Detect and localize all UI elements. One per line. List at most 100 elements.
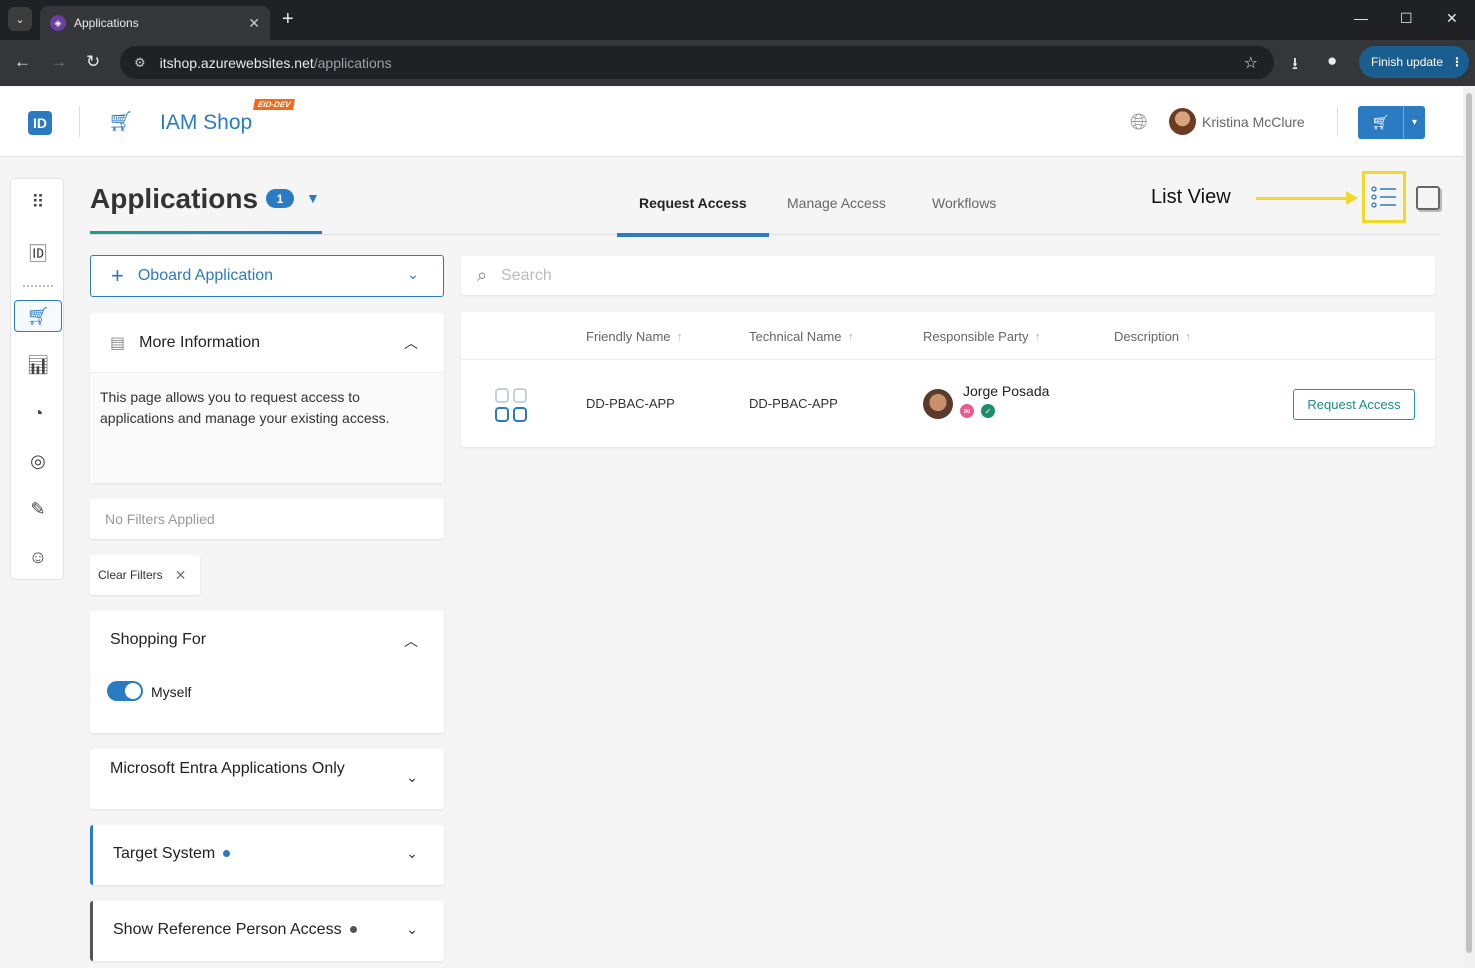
technical-name-cell: DD-PBAC-APP	[749, 396, 838, 411]
status-dot	[349, 926, 357, 934]
globe-icon[interactable]: 🌐︎	[1130, 109, 1148, 135]
chevron-up-icon[interactable]: ︿	[404, 631, 418, 651]
chevron-up-icon[interactable]: ︿	[404, 333, 418, 353]
finish-update-button[interactable]: Finish update ⋮	[1359, 46, 1469, 78]
header-divider	[1337, 107, 1338, 137]
plus-icon: +	[111, 263, 124, 288]
reference-person-panel[interactable]: Show Reference Person Access ⌄	[90, 901, 444, 961]
mail-icon[interactable]: ✉	[960, 404, 974, 418]
search-bar: ⌕	[461, 256, 1435, 295]
entra-applications-title: Microsoft Entra Applications Only	[110, 760, 345, 777]
chevron-down-icon[interactable]: ▼	[306, 190, 320, 206]
apps-grid-icon[interactable]: ⠿	[14, 186, 62, 218]
new-tab-icon[interactable]: +	[282, 8, 294, 31]
chevron-down-icon[interactable]: ⌄	[406, 769, 418, 786]
cart-icon[interactable]: 🛒︎	[1358, 106, 1404, 139]
column-description[interactable]: Description ↑	[1114, 329, 1192, 344]
chevron-down-icon[interactable]: ⌄	[406, 921, 418, 938]
search-input[interactable]	[501, 266, 1302, 285]
onboard-application-label: Oboard Application	[137, 267, 274, 284]
annotation-arrow-head	[1346, 191, 1358, 205]
target-system-title: Target System	[113, 845, 216, 862]
analytics-icon[interactable]: 📊︎	[14, 349, 62, 381]
cart-dropdown-icon[interactable]: ▾	[1404, 106, 1425, 139]
attestation-icon[interactable]: ✎	[14, 493, 62, 525]
tab-search-icon[interactable]: ⌄	[8, 7, 32, 31]
close-icon[interactable]: ✕	[175, 567, 187, 584]
column-label: Responsible Party	[923, 329, 1029, 344]
user-avatar[interactable]	[1169, 108, 1196, 135]
shopping-cart-icon: 🛒︎	[108, 111, 134, 133]
profile-icon[interactable]: ●	[1327, 51, 1337, 71]
fingerprint-icon[interactable]: ◎	[14, 445, 62, 477]
address-bar[interactable]: ⚙ itshop.azurewebsites.net/applications …	[120, 46, 1274, 79]
forward-icon[interactable]: →	[50, 52, 67, 72]
tab-workflows[interactable]: Workflows	[932, 195, 996, 211]
tab-manage-access[interactable]: Manage Access	[787, 195, 886, 211]
maximize-icon[interactable]: ☐	[1400, 10, 1413, 27]
myself-toggle[interactable]	[107, 681, 143, 701]
sort-arrow-icon[interactable]: ↑	[1035, 329, 1042, 344]
dashboard-gauge-icon[interactable]: ◔	[14, 397, 62, 429]
download-icon[interactable]: ⭳	[1292, 51, 1298, 80]
shopping-for-panel: Shopping For ︿ Myself	[90, 611, 444, 733]
cart-button[interactable]: 🛒︎ ▾	[1358, 106, 1425, 139]
column-friendly-name[interactable]: Friendly Name ↑	[586, 329, 683, 344]
chevron-down-icon[interactable]: ⌄	[406, 845, 418, 862]
id-logo-icon[interactable]: ID	[28, 111, 52, 135]
clear-filters-label: Clear Filters	[98, 568, 163, 582]
responsible-party-name: Jorge Posada	[963, 383, 1050, 399]
more-information-title: More Information	[139, 333, 261, 351]
sort-arrow-icon[interactable]: ↑	[1185, 329, 1192, 344]
back-icon[interactable]: ←	[14, 52, 31, 72]
user-support-icon[interactable]: ☺	[14, 541, 62, 573]
more-information-header[interactable]: ▤ More Information	[90, 313, 444, 373]
request-access-button[interactable]: Request Access	[1293, 389, 1415, 420]
active-tab-indicator	[617, 233, 769, 237]
left-rail: ⠿ 🆔︎ 🛒︎ 📊︎ ◔ ◎ ✎ ☺	[10, 178, 64, 580]
list-view-button[interactable]	[1362, 171, 1406, 223]
minimize-icon[interactable]: —	[1354, 10, 1368, 26]
shop-title[interactable]: IAM Shop	[160, 111, 252, 135]
site-settings-icon[interactable]: ⚙	[134, 55, 146, 71]
shop-cart-icon[interactable]: 🛒︎	[14, 300, 62, 332]
browser-tab[interactable]: ◈ Applications ✕	[40, 6, 270, 40]
card-view-icon[interactable]	[1416, 186, 1440, 210]
close-tab-icon[interactable]: ✕	[248, 15, 260, 32]
sort-arrow-icon[interactable]: ↑	[848, 329, 855, 344]
target-system-panel[interactable]: Target System ⌄	[90, 825, 444, 885]
reload-icon[interactable]: ↻	[86, 52, 100, 72]
reference-person-title: Show Reference Person Access	[113, 921, 342, 938]
column-responsible-party[interactable]: Responsible Party ↑	[923, 329, 1041, 344]
onboard-application-button[interactable]: + Oboard Application ⌄	[90, 255, 444, 297]
bookmark-star-icon[interactable]: ☆	[1244, 53, 1258, 73]
table-header: Friendly Name ↑ Technical Name ↑ Responsib…	[461, 312, 1435, 360]
page-scrollbar[interactable]	[1463, 87, 1475, 968]
count-badge: 1	[266, 189, 294, 208]
clear-filters-button[interactable]: Clear Filters ✕	[90, 555, 200, 595]
chevron-down-icon[interactable]: ⌄	[407, 266, 419, 283]
sort-arrow-icon[interactable]: ↑	[677, 329, 684, 344]
environment-badge: EID-DEV	[253, 99, 296, 110]
favicon-icon: ◈	[50, 15, 66, 31]
scrollbar-thumb[interactable]	[1466, 93, 1472, 953]
search-icon: ⌕	[477, 265, 488, 285]
person-avatar	[923, 389, 953, 419]
user-name[interactable]: Kristina McClure	[1202, 114, 1305, 130]
identity-icon[interactable]: 🆔︎	[14, 237, 62, 269]
info-table-icon: ▤	[110, 334, 126, 352]
tab-request-access[interactable]: Request Access	[639, 195, 747, 211]
column-technical-name[interactable]: Technical Name ↑	[749, 329, 854, 344]
no-filters-applied: No Filters Applied	[90, 499, 444, 539]
myself-label: Myself	[151, 684, 192, 700]
more-information-text: This page allows you to request access t…	[90, 373, 444, 483]
browser-tab-strip: ⌄ ◈ Applications ✕ + — ☐ ✕	[0, 0, 1475, 40]
column-label: Description	[1114, 329, 1180, 344]
column-label: Technical Name	[749, 329, 842, 344]
annotation-arrow	[1256, 197, 1350, 200]
browser-toolbar: ← → ↻ ⚙ itshop.azurewebsites.net/applica…	[0, 40, 1475, 86]
close-window-icon[interactable]: ✕	[1446, 10, 1458, 27]
application-icon	[495, 388, 529, 422]
more-menu-icon[interactable]: ⋮	[1451, 55, 1463, 69]
entra-applications-panel[interactable]: Microsoft Entra Applications Only ⌄	[90, 749, 444, 809]
